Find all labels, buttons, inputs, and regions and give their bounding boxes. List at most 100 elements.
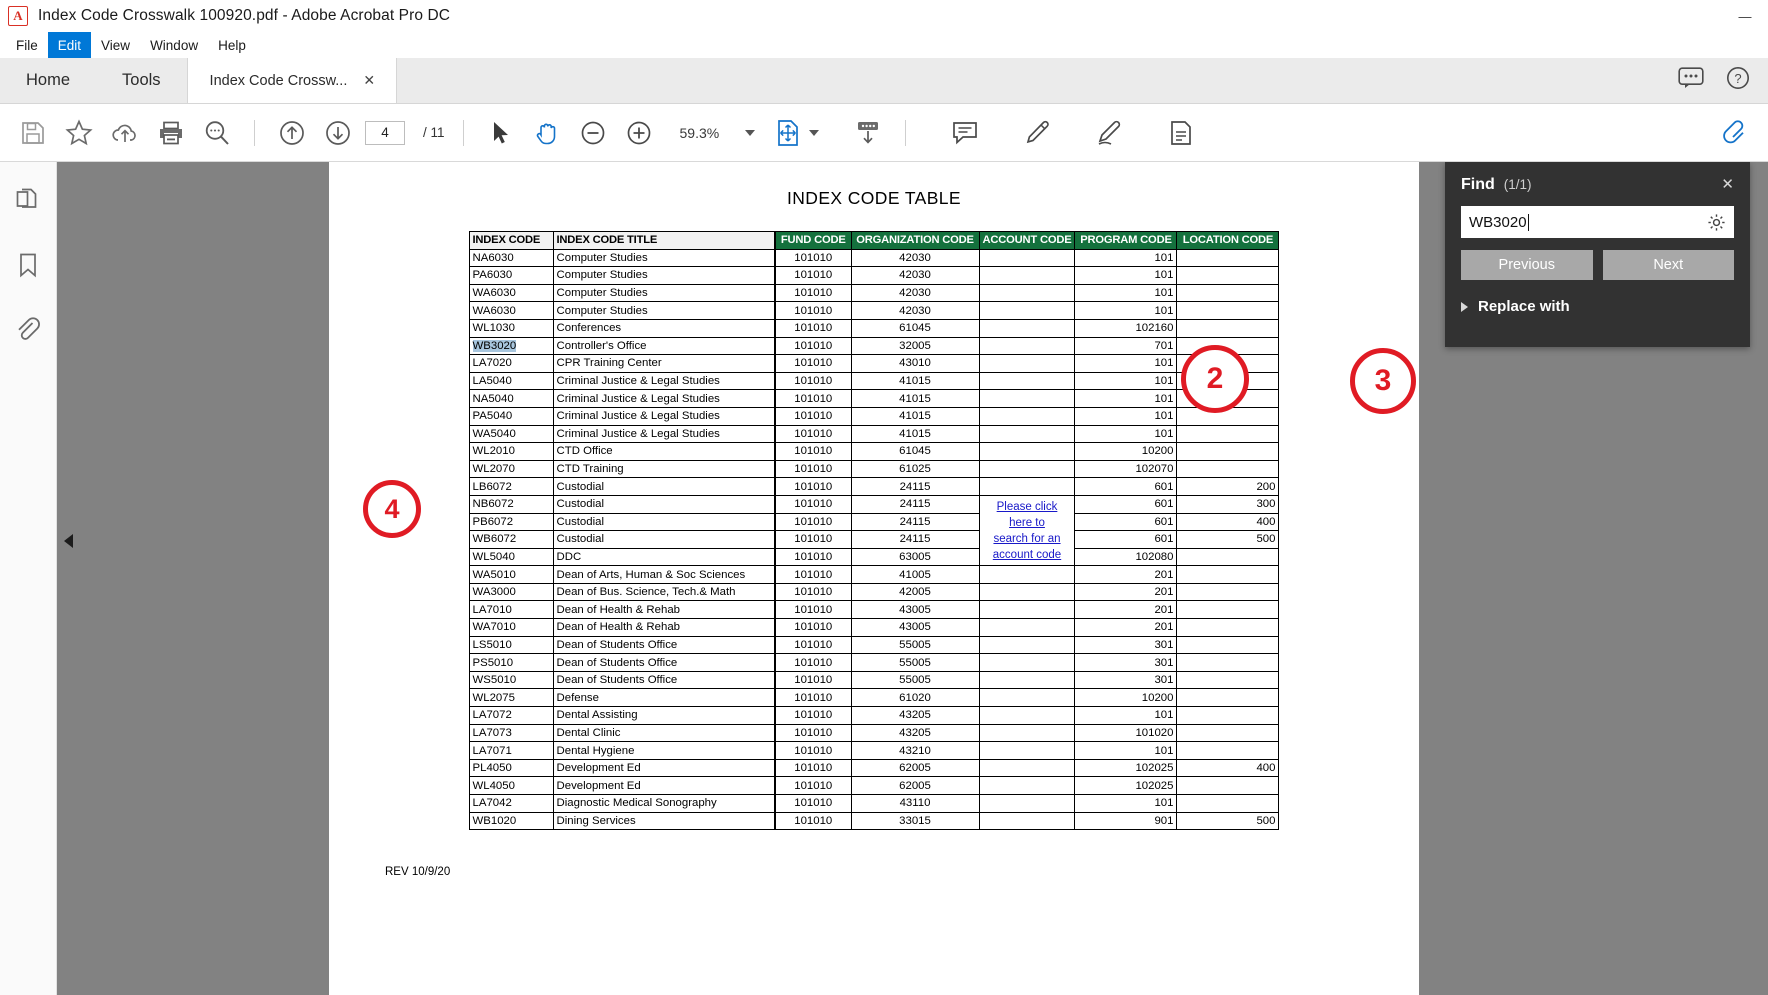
cell-organization-code: 43005: [851, 601, 979, 619]
cell-index-code: WA5010: [469, 566, 553, 584]
hand-tool-icon[interactable]: [528, 114, 566, 152]
tab-document[interactable]: Index Code Crossw... ✕: [187, 58, 397, 103]
collapse-panel-handle[interactable]: [57, 518, 79, 564]
find-input[interactable]: WB3020: [1461, 206, 1734, 238]
cell-location-code: [1177, 601, 1279, 619]
menu-item-window[interactable]: Window: [140, 32, 208, 58]
cell-location-code: [1177, 654, 1279, 672]
cloud-upload-icon[interactable]: [106, 114, 144, 152]
cell-account-code: [979, 636, 1075, 654]
next-button[interactable]: Next: [1603, 250, 1735, 280]
replace-with-toggle[interactable]: Replace with: [1461, 298, 1734, 315]
cell-organization-code: 41015: [851, 425, 979, 443]
save-icon[interactable]: [14, 114, 52, 152]
menu-item-help[interactable]: Help: [208, 32, 256, 58]
comment-icon[interactable]: [946, 114, 984, 152]
comment-balloon-icon[interactable]: [1678, 67, 1704, 94]
cell-index-code-title: Computer Studies: [553, 249, 775, 267]
col-header-account-code: ACCOUNT CODE: [979, 232, 1075, 250]
menu-item-file[interactable]: File: [6, 32, 48, 58]
tab-tools[interactable]: Tools: [96, 58, 187, 103]
close-icon[interactable]: ✕: [363, 72, 375, 89]
minimize-button[interactable]: —: [1722, 0, 1768, 32]
cell-fund-code: 101010: [775, 425, 851, 443]
page-thumbnails-icon[interactable]: [11, 184, 45, 218]
pdf-viewer[interactable]: INDEX CODE TABLE INDEX CODE INDEX CODE T…: [57, 162, 1768, 995]
cell-fund-code: 101010: [775, 636, 851, 654]
print-icon[interactable]: [152, 114, 190, 152]
zoom-out-icon[interactable]: [574, 114, 612, 152]
table-row: PA6030Computer Studies10101042030101: [469, 267, 1279, 285]
cell-location-code: [1177, 777, 1279, 795]
draw-icon[interactable]: [1090, 114, 1128, 152]
previous-button[interactable]: Previous: [1461, 250, 1593, 280]
cell-program-code: 102160: [1075, 319, 1177, 337]
cell-organization-code: 61025: [851, 460, 979, 478]
tab-home[interactable]: Home: [0, 58, 96, 103]
cell-location-code: [1177, 636, 1279, 654]
cell-organization-code: 62005: [851, 777, 979, 795]
cell-program-code: 601: [1075, 531, 1177, 549]
cell-account-code: [979, 267, 1075, 285]
help-circle-icon[interactable]: ?: [1726, 66, 1750, 95]
cell-fund-code: 101010: [775, 443, 851, 461]
cell-organization-code: 43010: [851, 355, 979, 373]
cell-index-code: LA7020: [469, 355, 553, 373]
gear-icon[interactable]: [1707, 213, 1726, 237]
cell-program-code: 301: [1075, 636, 1177, 654]
attachment-icon[interactable]: [11, 312, 45, 346]
cell-organization-code: 24115: [851, 513, 979, 531]
text-caret: [1528, 214, 1529, 231]
cell-location-code: [1177, 460, 1279, 478]
bookmark-icon[interactable]: [11, 248, 45, 282]
annotation-marker-3: 3: [1350, 348, 1416, 414]
toolbar: 4 / 11 59.3%: [0, 104, 1768, 162]
table-row: WA7010Dean of Health & Rehab101010430052…: [469, 619, 1279, 637]
cell-program-code: 101: [1075, 302, 1177, 320]
cell-account-code: [979, 355, 1075, 373]
cell-program-code: 101: [1075, 355, 1177, 373]
search-text-icon[interactable]: [198, 114, 236, 152]
cell-fund-code: 101010: [775, 812, 851, 830]
page-down-icon[interactable]: [319, 114, 357, 152]
table-row: PL4050Development Ed10101062005102025400: [469, 759, 1279, 777]
cell-location-code: 300: [1177, 495, 1279, 513]
cell-account-code: [979, 319, 1075, 337]
cell-index-code-title: CTD Office: [553, 443, 775, 461]
account-code-search-link[interactable]: Please click here to search for an accou…: [979, 495, 1075, 565]
share-icon[interactable]: [1716, 114, 1754, 152]
scroll-mode-icon[interactable]: [849, 114, 887, 152]
menu-item-view[interactable]: View: [91, 32, 140, 58]
cell-account-code: [979, 566, 1075, 584]
page-up-icon[interactable]: [273, 114, 311, 152]
cell-location-code: [1177, 284, 1279, 302]
zoom-in-icon[interactable]: [620, 114, 658, 152]
stamp-icon[interactable]: [1162, 114, 1200, 152]
pdf-icon: A: [8, 6, 28, 26]
cell-program-code: 101: [1075, 795, 1177, 813]
star-icon[interactable]: [60, 114, 98, 152]
cell-location-code: [1177, 619, 1279, 637]
chevron-down-icon[interactable]: [745, 130, 755, 136]
chevron-down-icon-2[interactable]: [809, 130, 819, 136]
cell-index-code: WL5040: [469, 548, 553, 566]
table-row: WA6030Computer Studies10101042030101: [469, 302, 1279, 320]
account-code-link-line: search for an: [983, 531, 1072, 547]
table-row: LA7072Dental Assisting10101043205101: [469, 707, 1279, 725]
window-controls: —: [1722, 0, 1768, 32]
select-tool-icon[interactable]: [482, 114, 520, 152]
cell-fund-code: 101010: [775, 724, 851, 742]
cell-index-code-title: Controller's Office: [553, 337, 775, 355]
find-panel[interactable]: Find (1/1) ✕ WB3020 Previous Next Replac…: [1445, 162, 1750, 347]
cell-organization-code: 43110: [851, 795, 979, 813]
zoom-control[interactable]: 59.3%: [680, 125, 756, 141]
cell-program-code: 601: [1075, 513, 1177, 531]
fit-page-icon[interactable]: [769, 114, 807, 152]
menu-item-edit[interactable]: Edit: [48, 32, 91, 58]
highlight-icon[interactable]: [1018, 114, 1056, 152]
table-row: WA5010Dean of Arts, Human & Soc Sciences…: [469, 566, 1279, 584]
cell-index-code-title: Dean of Students Office: [553, 654, 775, 672]
close-icon[interactable]: ✕: [1721, 178, 1734, 192]
page-number-input[interactable]: 4: [365, 121, 405, 145]
cell-account-code: [979, 249, 1075, 267]
